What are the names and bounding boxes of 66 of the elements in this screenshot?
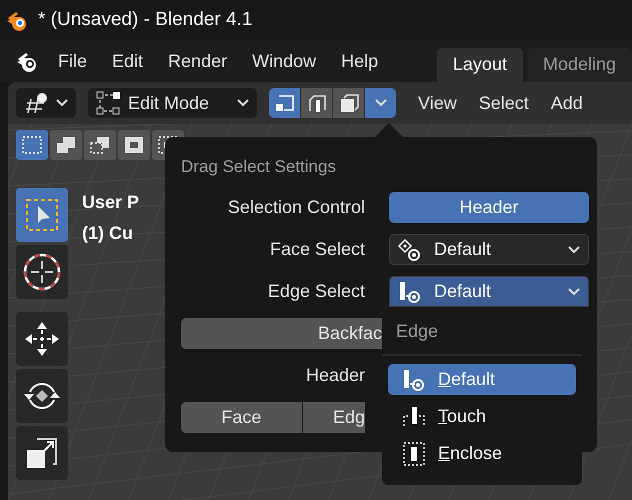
chevron-down-icon (568, 246, 580, 254)
mode-dropdown[interactable]: Edit Mode (88, 88, 258, 118)
viewport-menu[interactable]: Select (478, 92, 529, 114)
move-icon (23, 320, 61, 358)
select-mode-button[interactable] (333, 88, 364, 118)
select-extend-icon (55, 135, 77, 155)
field-label: Selection Control (226, 197, 365, 218)
workspace-tab[interactable]: Layout (436, 48, 523, 82)
select-mode-button[interactable] (301, 88, 332, 118)
gizmo-icon (24, 91, 50, 115)
menu-item-label: Default (438, 369, 496, 390)
viewport-menu[interactable]: Add (550, 92, 583, 114)
selection-mode-tool[interactable] (118, 130, 150, 160)
chevron-down-icon (568, 288, 580, 296)
workspace-tab[interactable]: Modeling (526, 48, 632, 82)
menu-title: Edge (382, 308, 582, 356)
viewport-info-text: (1) Cu (82, 223, 134, 244)
menu-item[interactable]: Window (252, 50, 316, 72)
select-mode-button[interactable] (269, 88, 300, 118)
view-object-type-button[interactable] (16, 88, 76, 118)
menu-item[interactable]: Help (341, 50, 378, 72)
edge-touch-icon (402, 406, 426, 428)
selection-mode-tool[interactable] (84, 130, 116, 160)
menu-item[interactable]: Edit (112, 50, 144, 72)
window-title: * (Unsaved) - Blender 4.1 (38, 9, 252, 31)
scale-icon (25, 436, 59, 470)
edge-default-icon (398, 280, 422, 302)
select-subtract-icon (89, 135, 111, 155)
popover-title: Drag Select Settings (181, 157, 337, 177)
field-label: Header (304, 365, 365, 386)
toolbar-tool[interactable] (16, 312, 68, 366)
menu-item-label: Touch (438, 406, 486, 427)
select-dropdown[interactable]: Default (389, 234, 589, 265)
toolbar-tool[interactable] (16, 369, 68, 423)
menu-item[interactable]: Render (168, 50, 228, 72)
selection-mode-tool[interactable] (50, 130, 82, 160)
chevron-down-icon (374, 99, 387, 107)
field-label: Face Select (268, 239, 365, 260)
select-new-icon (21, 135, 43, 155)
segment-option[interactable]: Edg (302, 402, 365, 433)
field-label: Edge Select (266, 281, 365, 302)
backface-button[interactable]: Backfac (181, 318, 382, 349)
face-select-mode-icon (398, 238, 422, 260)
edit-mode-icon (96, 91, 122, 115)
viewport-info-text: User P (82, 192, 140, 213)
cursor-icon (22, 252, 62, 292)
select-invert-icon (123, 135, 145, 155)
viewport-menu[interactable]: View (418, 92, 457, 114)
selection-control-button[interactable]: Header (389, 192, 589, 223)
select-box-icon (24, 197, 60, 233)
edge-enclose-icon (402, 442, 426, 466)
dropdown-option[interactable]: Enclose (388, 438, 576, 469)
vertex-select-icon (274, 92, 296, 114)
edge-default-icon (402, 368, 426, 390)
selection-mode-tool[interactable] (16, 130, 48, 160)
segment-option[interactable]: Face (181, 402, 302, 433)
chevron-down-icon (56, 99, 68, 107)
select-settings-button[interactable] (365, 88, 396, 118)
toolbar-tool[interactable] (16, 245, 68, 299)
dropdown-option[interactable]: Touch (388, 401, 576, 432)
menu-item-label: Enclose (438, 443, 502, 464)
menu-item[interactable]: File (58, 50, 88, 72)
toolbar-tool[interactable] (16, 426, 68, 480)
chevron-down-icon (237, 99, 250, 107)
select-dropdown[interactable]: Default (389, 276, 589, 307)
dropdown-option[interactable]: Default (388, 364, 576, 395)
